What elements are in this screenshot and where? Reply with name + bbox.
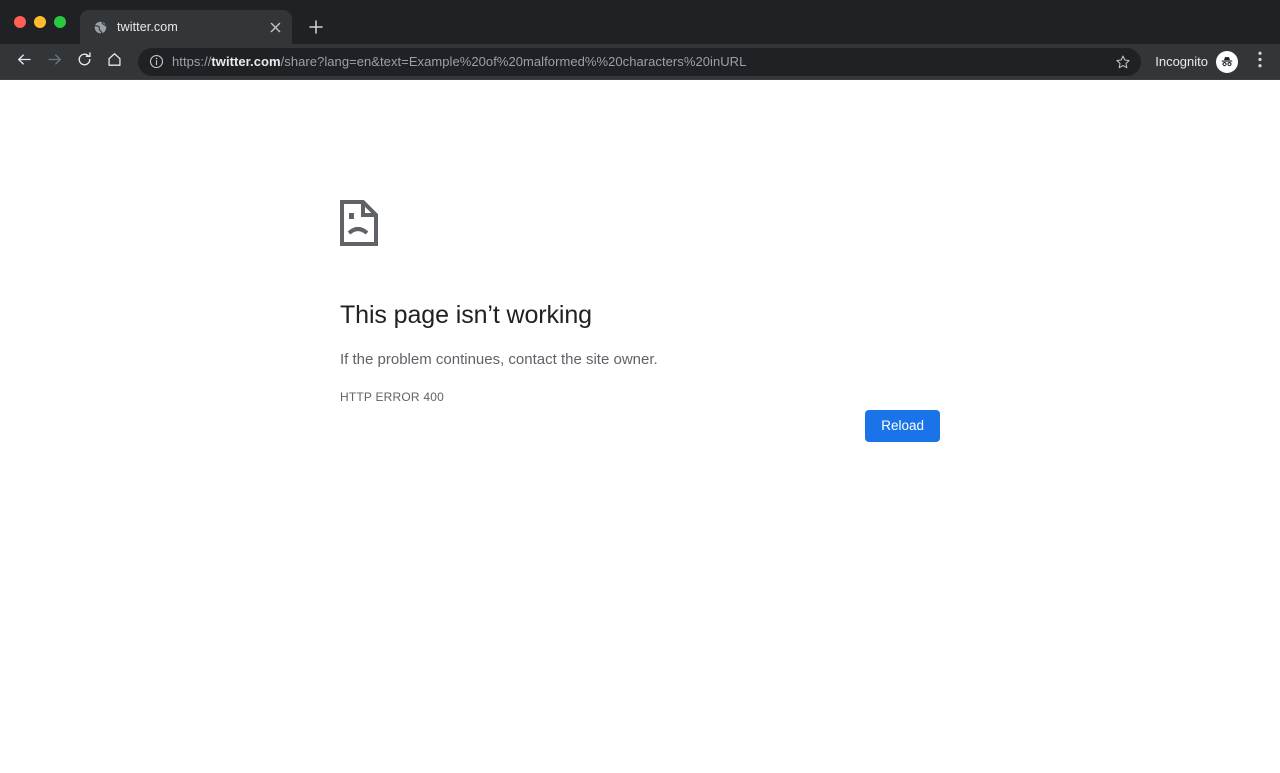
globe-icon bbox=[92, 19, 108, 35]
reload-icon bbox=[76, 51, 93, 73]
page-title: This page isn’t working bbox=[340, 300, 1020, 330]
url-scheme: https:// bbox=[172, 54, 211, 69]
maximize-window-button[interactable] bbox=[54, 16, 66, 28]
forward-arrow-icon bbox=[46, 51, 63, 73]
reload-button[interactable] bbox=[70, 48, 98, 76]
info-circle-icon[interactable] bbox=[148, 54, 164, 70]
tab-close-icon[interactable] bbox=[266, 18, 284, 36]
three-dots-vertical-icon bbox=[1258, 51, 1262, 73]
tab-strip: twitter.com bbox=[0, 0, 1280, 44]
error-code: HTTP ERROR 400 bbox=[340, 390, 1020, 404]
reload-page-button[interactable]: Reload bbox=[865, 410, 940, 442]
incognito-avatar-icon bbox=[1216, 51, 1238, 73]
browser-menu-button[interactable] bbox=[1248, 48, 1272, 76]
forward-button bbox=[40, 48, 68, 76]
browser-toolbar: https://twitter.com/share?lang=en&text=E… bbox=[0, 44, 1280, 80]
tab-title: twitter.com bbox=[117, 20, 257, 34]
url-path: /share?lang=en&text=Example%20of%20malfo… bbox=[281, 54, 747, 69]
url-host: twitter.com bbox=[211, 54, 280, 69]
star-icon[interactable] bbox=[1111, 50, 1135, 74]
tab-twitter[interactable]: twitter.com bbox=[80, 10, 292, 44]
profile-label: Incognito bbox=[1155, 54, 1208, 69]
address-bar[interactable]: https://twitter.com/share?lang=en&text=E… bbox=[138, 48, 1141, 76]
url-text[interactable]: https://twitter.com/share?lang=en&text=E… bbox=[172, 54, 1099, 69]
home-icon bbox=[106, 51, 123, 73]
close-window-button[interactable] bbox=[14, 16, 26, 28]
reload-button-row: Reload bbox=[340, 410, 940, 442]
error-subtitle: If the problem continues, contact the si… bbox=[340, 349, 1020, 370]
browser-window: twitter.com bbox=[0, 0, 1280, 773]
profile-incognito-button[interactable]: Incognito bbox=[1143, 48, 1244, 76]
home-button[interactable] bbox=[100, 48, 128, 76]
back-button[interactable] bbox=[10, 48, 38, 76]
back-arrow-icon bbox=[16, 51, 33, 73]
error-page: This page isn’t working If the problem c… bbox=[340, 200, 1020, 404]
window-controls bbox=[10, 0, 74, 44]
new-tab-button[interactable] bbox=[302, 13, 330, 41]
minimize-window-button[interactable] bbox=[34, 16, 46, 28]
sad-page-icon bbox=[340, 200, 1020, 251]
page-viewport: This page isn’t working If the problem c… bbox=[0, 80, 1280, 773]
